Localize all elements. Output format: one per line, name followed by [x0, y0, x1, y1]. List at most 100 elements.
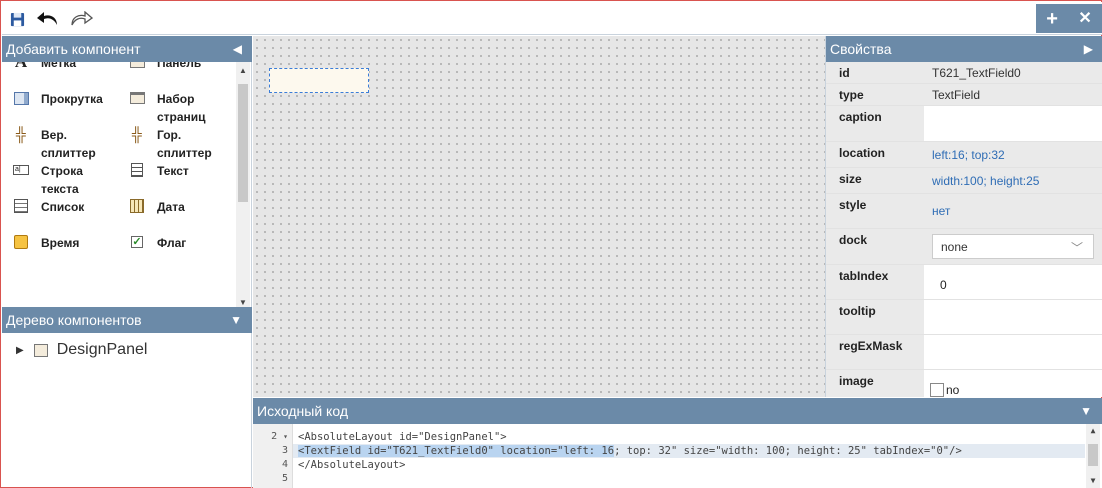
collapse-left-icon[interactable]: ◀ [233, 36, 242, 62]
palette-item-hsplitter[interactable]: ╬ Гор. сплиттер [118, 126, 234, 162]
top-toolbar: + ✕ [2, 2, 1102, 35]
prop-link-location[interactable]: left:16; top:32 [924, 142, 1102, 167]
prop-row-size: size width:100; height:25 [826, 168, 1102, 194]
line-number: 5 [281, 473, 288, 484]
palette-item-panel[interactable]: Панель [118, 62, 234, 72]
collapse-tree-icon[interactable]: ▼ [230, 307, 242, 333]
code-text: ; top: 32" size="width: 100; height: 25"… [614, 445, 962, 457]
pageset-icon [128, 90, 146, 106]
scroll-icon [12, 90, 30, 106]
checkbox-icon: ✓ [131, 236, 143, 248]
source-header: Исходный код ▼ [253, 398, 1102, 424]
scroll-down-icon[interactable]: ▼ [1086, 475, 1100, 487]
palette-item-list[interactable]: Список [2, 198, 118, 216]
prop-row-tooltip: tooltip [826, 300, 1102, 335]
undo-button[interactable] [35, 8, 61, 30]
image-checkbox-label: no [946, 382, 960, 397]
collapse-right-icon[interactable]: ▶ [1084, 36, 1093, 62]
palette-title: Добавить компонент [6, 41, 141, 57]
source-panel: Исходный код ▼ 2 ▾ 3 4 5 <AbsoluteLayout… [253, 398, 1102, 488]
selected-textfield[interactable] [269, 68, 369, 93]
redo-icon [71, 11, 93, 26]
line-number: 3 [281, 445, 288, 456]
palette-item-label[interactable]: A Метка [2, 62, 118, 72]
add-button[interactable]: + [1046, 9, 1058, 29]
panel-icon [33, 343, 48, 357]
image-checkbox[interactable] [930, 382, 944, 397]
prop-value-type: TextField [924, 84, 1102, 105]
dock-select[interactable]: none ﹀ [932, 234, 1094, 259]
palette-item-time[interactable]: Время [2, 234, 118, 252]
palette-item-vsplitter[interactable]: ╬ Вер. сплиттер [2, 126, 118, 162]
palette-item-pageset[interactable]: Набор страниц [118, 90, 234, 126]
text-icon [128, 162, 146, 178]
line-number: 2 ▾ [271, 431, 288, 442]
scroll-up-icon[interactable]: ▲ [236, 64, 250, 78]
prop-row-type: type TextField [826, 84, 1102, 106]
prop-link-style[interactable]: нет [924, 194, 1102, 228]
prop-link-size[interactable]: width:100; height:25 [924, 168, 1102, 193]
scroll-thumb[interactable] [238, 84, 248, 202]
undo-icon [37, 12, 57, 25]
time-icon [12, 234, 30, 250]
palette-item-date[interactable]: Дата [118, 198, 234, 216]
prop-value-id: T621_TextField0 [924, 62, 1102, 83]
palette-item-scroll[interactable]: Прокрутка [2, 90, 118, 108]
chevron-down-icon: ﹀ [1070, 241, 1083, 255]
palette-item-text[interactable]: Текст [118, 162, 234, 180]
palette-header: Добавить компонент ◀ [2, 36, 252, 62]
palette-item-textline[interactable]: a| Строка текста [2, 162, 118, 198]
code-scrollbar[interactable]: ▲ ▼ [1086, 424, 1100, 488]
prop-value-image: no [924, 370, 1102, 397]
window-controls: + ✕ [1036, 4, 1102, 33]
code-selection: <TextField id="T621_TextField0" location… [298, 445, 615, 457]
code-line: <AbsoluteLayout id="DesignPanel"> [298, 431, 507, 443]
left-column: Добавить компонент ◀ A Метка Панель Прок… [2, 36, 252, 488]
line-number: 4 [281, 459, 288, 470]
prop-row-style: style нет [826, 194, 1102, 229]
tree-node-designpanel[interactable]: ▶ DesignPanel [16, 341, 147, 359]
tree-node-label: DesignPanel [56, 341, 148, 358]
vsplitter-icon: ╬ [16, 126, 26, 142]
collapse-source-icon[interactable]: ▼ [1080, 398, 1092, 424]
tree-title: Дерево компонентов [6, 312, 142, 328]
design-canvas[interactable] [253, 36, 825, 397]
app-frame: + ✕ Добавить компонент ◀ A Метка Панель [0, 0, 1102, 488]
prop-row-location: location left:16; top:32 [826, 142, 1102, 168]
scroll-thumb[interactable] [1088, 444, 1098, 466]
prop-row-id: id T621_TextField0 [826, 62, 1102, 84]
panel-icon [128, 62, 146, 70]
prop-row-caption: caption [826, 106, 1102, 142]
code-editor[interactable]: 2 ▾ 3 4 5 <AbsoluteLayout id="DesignPane… [253, 424, 1102, 488]
component-palette: A Метка Панель Прокрутка Набор страниц ╬ [2, 62, 252, 312]
code-line: </AbsoluteLayout> [298, 459, 406, 471]
source-title: Исходный код [257, 403, 348, 419]
prop-row-dock: dock none ﹀ [826, 229, 1102, 265]
prop-value-dock: none ﹀ [924, 229, 1102, 264]
palette-item-checkbox[interactable]: ✓ Флаг [118, 234, 234, 252]
close-button[interactable]: ✕ [1078, 10, 1091, 27]
tree-header: Дерево компонентов ▼ [2, 307, 252, 333]
textline-icon: a| [12, 162, 30, 178]
tree-body: ▶ DesignPanel [2, 333, 252, 488]
fold-icon: ▾ [283, 432, 288, 441]
component-tree: Дерево компонентов ▼ ▶ DesignPanel [2, 307, 252, 488]
list-icon [12, 198, 30, 214]
prop-input-tabindex[interactable]: 0 [924, 265, 1102, 299]
prop-row-regexmask: regExMask [826, 335, 1102, 370]
prop-input-caption[interactable] [924, 106, 1102, 141]
scroll-up-icon[interactable]: ▲ [1086, 425, 1100, 437]
label-icon: A [12, 62, 30, 71]
redo-button[interactable] [68, 8, 94, 30]
save-icon [10, 12, 24, 26]
prop-input-tooltip[interactable] [924, 300, 1102, 334]
code-line-selected: <TextField id="T621_TextField0" location… [298, 444, 962, 458]
properties-panel: Свойства ▶ id T621_TextField0 type TextF… [825, 36, 1102, 397]
palette-scrollbar[interactable]: ▲ ▼ [236, 62, 250, 312]
date-icon [128, 198, 146, 214]
properties-header: Свойства ▶ [826, 36, 1102, 62]
hsplitter-icon: ╬ [132, 126, 142, 142]
expand-icon[interactable]: ▶ [16, 345, 24, 356]
save-button[interactable] [4, 8, 30, 30]
prop-input-regexmask[interactable] [924, 335, 1102, 369]
